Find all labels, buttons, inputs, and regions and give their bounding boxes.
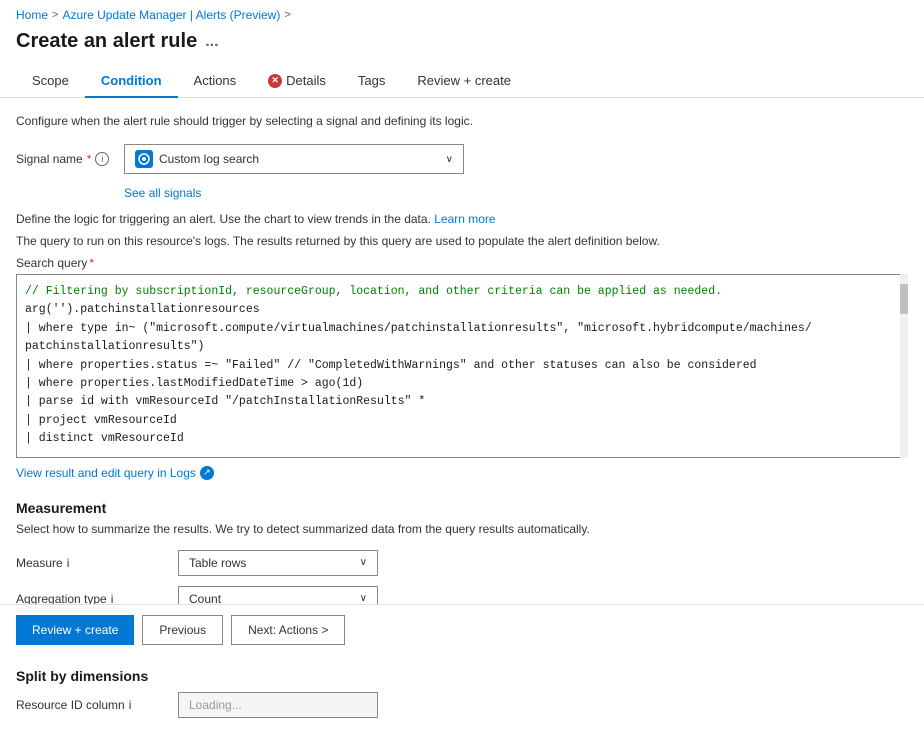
query-line-4: patchinstallationresults") — [25, 338, 899, 356]
query-line-6: | where properties.lastModifiedDateTime … — [25, 375, 899, 393]
tab-scope[interactable]: Scope — [16, 65, 85, 98]
resource-id-label: Resource ID column i — [16, 698, 166, 712]
signal-name-label: Signal name * i — [16, 152, 116, 166]
breadcrumb-home[interactable]: Home — [16, 8, 48, 22]
query-line-7: | parse id with vmResourceId "/patchInst… — [25, 393, 899, 411]
signal-value: Custom log search — [159, 152, 259, 166]
breadcrumb-sep1: > — [52, 9, 58, 21]
view-result-link[interactable]: View result and edit query in Logs ↗ — [16, 466, 908, 480]
footer-buttons: Review + create Previous Next: Actions > — [0, 604, 924, 655]
logic-text: Define the logic for triggering an alert… — [16, 212, 908, 226]
resource-id-row: Resource ID column i Loading... — [16, 692, 908, 718]
measurement-title: Measurement — [16, 500, 908, 516]
resource-id-loading: Loading... — [178, 692, 378, 718]
previous-button[interactable]: Previous — [142, 615, 223, 645]
details-error-icon: ✕ — [268, 74, 282, 88]
measure-chevron: ∨ — [360, 557, 367, 568]
query-editor[interactable]: // Filtering by subscriptionId, resource… — [16, 274, 908, 458]
next-button[interactable]: Next: Actions > — [231, 615, 345, 645]
page-title-row: Create an alert rule ... — [0, 26, 924, 65]
see-all-signals-link[interactable]: See all signals — [124, 186, 908, 200]
query-section: Search query * // Filtering by subscript… — [16, 256, 908, 458]
split-section: Split by dimensions Resource ID column i… — [16, 668, 908, 718]
external-link-icon: ↗ — [200, 466, 214, 480]
measure-row: Measure i Table rows ∨ — [16, 550, 908, 576]
query-line-5: | where properties.status =~ "Failed" //… — [25, 357, 899, 375]
query-info-text: The query to run on this resource's logs… — [16, 234, 908, 248]
query-label: Search query * — [16, 256, 908, 270]
query-line-3: | where type in~ ("microsoft.compute/vir… — [25, 320, 899, 338]
query-scrollbar[interactable] — [900, 274, 908, 458]
tab-review-create[interactable]: Review + create — [401, 65, 527, 98]
learn-more-link[interactable]: Learn more — [434, 212, 495, 226]
signal-name-info-icon[interactable]: i — [95, 152, 109, 166]
signal-dropdown[interactable]: Custom log search ∨ — [124, 144, 464, 174]
signal-dropdown-chevron: ∨ — [446, 154, 453, 165]
condition-desc: Configure when the alert rule should tri… — [16, 114, 908, 128]
query-line-2: arg('').patchinstallationresources — [25, 301, 899, 319]
query-wrapper: // Filtering by subscriptionId, resource… — [16, 274, 908, 458]
resource-id-info-icon[interactable]: i — [129, 698, 132, 712]
breadcrumb-sep2: > — [284, 9, 290, 21]
measure-label: Measure i — [16, 556, 166, 570]
signal-type-icon — [135, 150, 153, 168]
tab-condition[interactable]: Condition — [85, 65, 178, 98]
tab-actions[interactable]: Actions — [178, 65, 253, 98]
query-line-1: // Filtering by subscriptionId, resource… — [25, 283, 899, 301]
tab-tags[interactable]: Tags — [342, 65, 401, 98]
split-title: Split by dimensions — [16, 668, 908, 684]
measure-info-icon[interactable]: i — [67, 556, 70, 570]
more-options-button[interactable]: ... — [205, 33, 218, 51]
page-title: Create an alert rule — [16, 30, 197, 53]
measure-select[interactable]: Table rows ∨ — [178, 550, 378, 576]
tab-bar: Scope Condition Actions ✕ Details Tags R… — [0, 65, 924, 98]
breadcrumb-azure[interactable]: Azure Update Manager | Alerts (Preview) — [62, 8, 280, 22]
review-create-button[interactable]: Review + create — [16, 615, 134, 645]
tab-details[interactable]: ✕ Details — [252, 65, 342, 98]
signal-name-row: Signal name * i Custom log search ∨ — [16, 144, 908, 174]
breadcrumb: Home > Azure Update Manager | Alerts (Pr… — [0, 0, 924, 26]
agg-type-chevron: ∨ — [360, 593, 367, 604]
measurement-desc: Select how to summarize the results. We … — [16, 522, 908, 536]
query-line-8: | project vmResourceId — [25, 412, 899, 430]
query-line-9: | distinct vmResourceId — [25, 430, 899, 448]
